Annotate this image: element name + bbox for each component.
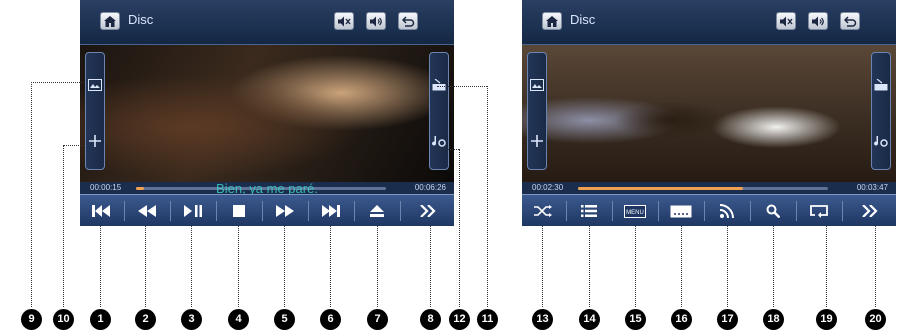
- fast-forward-button[interactable]: [264, 195, 305, 226]
- picture-settings-icon[interactable]: [88, 79, 102, 91]
- callout-number: 5: [274, 309, 295, 330]
- search-button[interactable]: [752, 195, 793, 226]
- volume-button[interactable]: [808, 12, 828, 30]
- callout-number: 14: [579, 309, 600, 330]
- volume-button[interactable]: [366, 12, 386, 30]
- home-icon: [104, 15, 116, 27]
- mute-button[interactable]: [334, 12, 354, 30]
- audio-settings-icon[interactable]: [874, 135, 888, 147]
- menu-button[interactable]: MENU: [614, 195, 655, 226]
- shuffle-icon: [533, 205, 552, 217]
- stop-icon: [232, 205, 245, 217]
- skip-next-button[interactable]: [310, 195, 351, 226]
- home-icon: [546, 15, 558, 27]
- list-icon: [580, 205, 597, 217]
- back-icon: [843, 15, 856, 27]
- skip-previous-button[interactable]: [80, 195, 121, 226]
- more-button[interactable]: [844, 195, 896, 226]
- video-area[interactable]: [522, 45, 896, 182]
- callout-number: 8: [420, 309, 441, 330]
- player-screen-left: Disc 00:00:15 00:06:26 Bien, ya me paré.: [80, 0, 454, 226]
- callout-number: 4: [228, 309, 249, 330]
- play-pause-icon: [183, 205, 202, 217]
- mute-icon: [337, 16, 351, 26]
- top-bar: Disc: [80, 0, 454, 45]
- callout-number: 16: [671, 309, 692, 330]
- elapsed-time: 00:02:30: [532, 183, 564, 192]
- seek-bar[interactable]: [578, 187, 828, 190]
- callout-number: 19: [816, 309, 837, 330]
- callout-number: 10: [53, 309, 74, 330]
- audio-button[interactable]: [706, 195, 747, 226]
- rewind-button[interactable]: [126, 195, 167, 226]
- total-time: 00:03:47: [856, 183, 888, 192]
- more-button[interactable]: [402, 195, 454, 226]
- source-title: Disc: [128, 12, 154, 27]
- menu-icon: MENU: [623, 204, 646, 218]
- search-icon: [766, 204, 780, 218]
- move-icon[interactable]: [88, 135, 102, 147]
- back-button[interactable]: [840, 12, 860, 30]
- audio-icon: [719, 204, 734, 218]
- callout-number: 9: [21, 309, 42, 330]
- repeat-button[interactable]: [798, 195, 839, 226]
- rewind-icon: [137, 205, 156, 217]
- callout-number: 11: [477, 309, 498, 330]
- eject-icon: [369, 205, 384, 217]
- subtitles-icon: [670, 205, 691, 217]
- back-icon: [401, 15, 414, 27]
- on-screen-keypad-icon[interactable]: [874, 79, 888, 91]
- callout-number: 12: [449, 309, 470, 330]
- callout-number: 2: [135, 309, 156, 330]
- left-side-panel: [527, 52, 547, 170]
- home-button[interactable]: [100, 12, 120, 30]
- eject-button[interactable]: [356, 195, 397, 226]
- subtitles-button[interactable]: [660, 195, 701, 226]
- picture-settings-icon[interactable]: [530, 79, 544, 91]
- on-screen-keypad-icon[interactable]: [432, 79, 446, 91]
- video-area[interactable]: [80, 45, 454, 182]
- player-screen-right: Disc 00:02:30 00:03:47 MENU: [522, 0, 896, 226]
- callout-number: 6: [320, 309, 341, 330]
- right-side-panel: [429, 52, 449, 170]
- source-title: Disc: [570, 12, 596, 27]
- control-bar: [80, 194, 454, 226]
- right-side-panel: [871, 52, 891, 170]
- callout-number: 13: [532, 309, 553, 330]
- callout-number: 15: [625, 309, 646, 330]
- volume-icon: [811, 16, 824, 26]
- callout-number: 7: [367, 309, 388, 330]
- volume-icon: [369, 16, 382, 26]
- move-icon[interactable]: [530, 135, 544, 147]
- control-bar: MENU: [522, 194, 896, 226]
- fast-forward-icon: [275, 205, 294, 217]
- list-button[interactable]: [568, 195, 609, 226]
- audio-settings-icon[interactable]: [432, 135, 446, 147]
- stop-button[interactable]: [218, 195, 259, 226]
- skip-next-icon: [321, 205, 340, 217]
- shuffle-button[interactable]: [522, 195, 563, 226]
- back-button[interactable]: [398, 12, 418, 30]
- callout-number: 1: [90, 309, 111, 330]
- home-button[interactable]: [542, 12, 562, 30]
- mute-icon: [779, 16, 793, 26]
- callout-number: 17: [717, 309, 738, 330]
- play-pause-button[interactable]: [172, 195, 213, 226]
- repeat-icon: [809, 204, 828, 218]
- top-bar: Disc: [522, 0, 896, 45]
- callout-number: 20: [865, 309, 886, 330]
- callout-number: 3: [181, 309, 202, 330]
- seek-bar-fill: [578, 187, 743, 190]
- left-side-panel: [85, 52, 105, 170]
- callout-number: 18: [763, 309, 784, 330]
- skip-previous-icon: [91, 205, 110, 217]
- more-icon: [420, 205, 436, 217]
- menu-icon-label: MENU: [626, 210, 644, 216]
- more-icon: [862, 205, 878, 217]
- mute-button[interactable]: [776, 12, 796, 30]
- progress-strip: 00:02:30 00:03:47: [522, 182, 896, 194]
